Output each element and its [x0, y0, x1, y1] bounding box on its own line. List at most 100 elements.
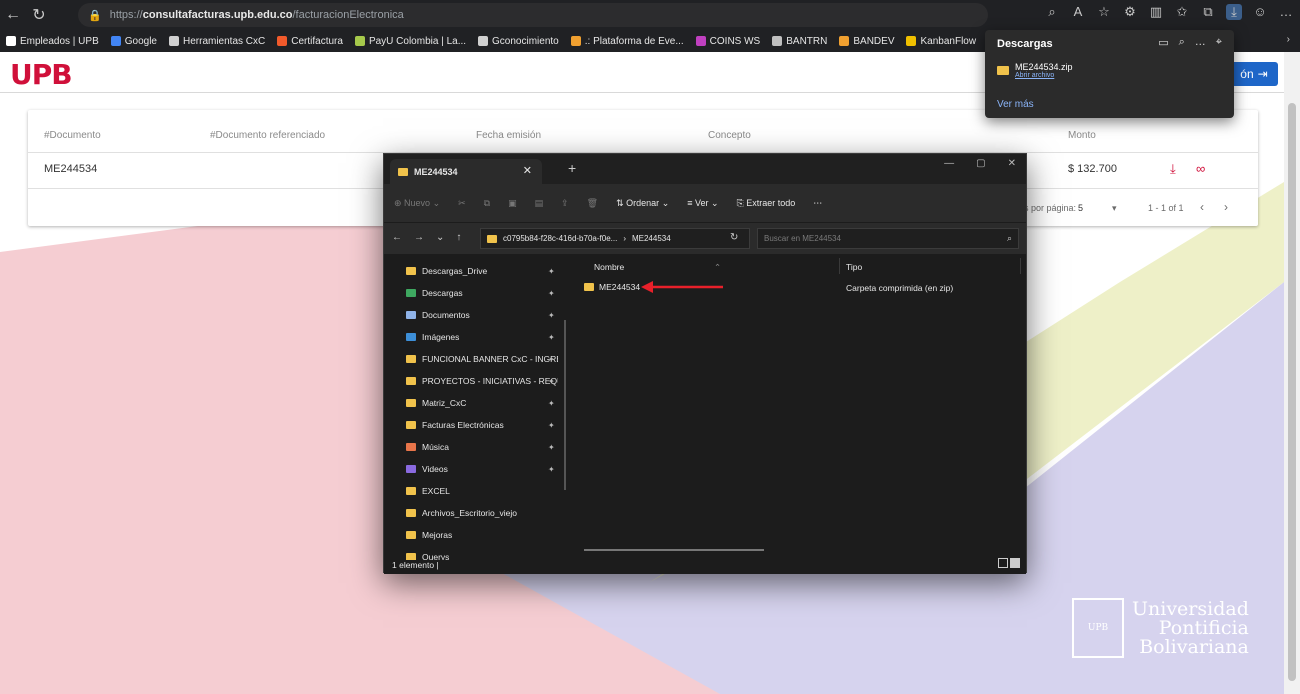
pin-icon[interactable]: ✦: [548, 465, 555, 474]
minimize-icon[interactable]: —: [944, 158, 954, 169]
pin-icon[interactable]: ✦: [548, 443, 555, 452]
close-window-icon[interactable]: ✕: [1008, 158, 1016, 169]
refresh-icon[interactable]: ↻: [730, 232, 738, 243]
bookmark-item[interactable]: Empleados | UPB: [6, 36, 99, 47]
see-more-link[interactable]: Ver más: [997, 99, 1034, 110]
file-row[interactable]: ME244534: [584, 282, 640, 292]
explorer-tab[interactable]: ME244534 ✕: [390, 159, 542, 184]
logout-button[interactable]: ón ⇥: [1230, 62, 1278, 86]
paste-icon[interactable]: ▣: [508, 198, 517, 209]
explorer-path-bar[interactable]: c0795b84-f28c-416d-b70a-f0e... › ME24453…: [480, 228, 750, 249]
bookmark-item[interactable]: Gconocimiento: [478, 36, 559, 47]
search-downloads-icon[interactable]: ⌕: [1179, 36, 1185, 49]
close-tab-icon[interactable]: ✕: [523, 164, 532, 177]
more-icon[interactable]: …: [1195, 36, 1206, 49]
next-page-icon[interactable]: ›: [1224, 200, 1228, 214]
link-icon[interactable]: ∞: [1196, 161, 1205, 176]
horizontal-scrollbar[interactable]: [584, 549, 764, 551]
download-item[interactable]: ME244534.zip Abrir archivo: [997, 62, 1073, 79]
more-options-icon[interactable]: ⋯: [813, 198, 822, 209]
bookmark-item[interactable]: BANDEV: [839, 36, 894, 47]
prev-page-icon[interactable]: ‹: [1200, 200, 1204, 214]
extensions-icon[interactable]: ⚙: [1122, 4, 1138, 20]
new-button[interactable]: ⊕ Nuevo ⌄: [394, 198, 440, 209]
favorite-star-icon[interactable]: ☆: [1096, 4, 1112, 20]
back-arrow-icon[interactable]: ←: [392, 232, 402, 243]
bookmarks-overflow-icon[interactable]: ›: [1287, 34, 1290, 45]
nav-item[interactable]: Videos ✦: [384, 458, 570, 480]
details-view-icon[interactable]: [998, 558, 1008, 568]
maximize-icon[interactable]: ▢: [976, 158, 985, 169]
download-invoice-icon[interactable]: ⤓: [1170, 161, 1176, 177]
pin-icon[interactable]: ✦: [548, 311, 555, 320]
search-icon[interactable]: ⌕: [1044, 4, 1060, 20]
folder-icon: [406, 509, 416, 517]
new-tab-icon[interactable]: +: [568, 160, 576, 176]
sort-button[interactable]: ⇅ Ordenar ⌄: [616, 198, 669, 209]
bookmark-item[interactable]: Google: [110, 36, 157, 47]
nav-item[interactable]: Imágenes ✦: [384, 326, 570, 348]
pin-icon[interactable]: ⌖: [1216, 36, 1222, 49]
extract-all-button[interactable]: ⎘ Extraer todo: [737, 198, 796, 209]
nav-scrollbar[interactable]: [564, 320, 566, 490]
pin-icon[interactable]: ✦: [548, 399, 555, 408]
chevron-down-icon[interactable]: ▾: [1112, 203, 1117, 214]
nav-item[interactable]: Descargas_Drive ✦: [384, 260, 570, 282]
downloads-icon[interactable]: ⤓: [1226, 4, 1242, 20]
delete-icon[interactable]: 🗑: [587, 198, 598, 209]
nav-item[interactable]: PROYECTOS - INICIATIVAS - REQUE ✦: [384, 370, 570, 392]
bookmark-item[interactable]: BANTRN: [772, 36, 827, 47]
profile-icon[interactable]: ☺: [1252, 4, 1268, 20]
tiles-view-icon[interactable]: [1010, 558, 1020, 568]
column-type[interactable]: Tipo: [846, 262, 862, 272]
column-name[interactable]: Nombre: [594, 262, 624, 272]
favorites-icon[interactable]: ✩: [1174, 4, 1190, 20]
reload-icon[interactable]: ↻: [26, 2, 52, 28]
nav-item[interactable]: FUNCIONAL BANNER CxC - INGRE ✦: [384, 348, 570, 370]
explorer-search-input[interactable]: Buscar en ME244534 ⌕: [757, 228, 1019, 249]
nav-item[interactable]: Documentos ✦: [384, 304, 570, 326]
path-parent[interactable]: c0795b84-f28c-416d-b70a-f0e...: [503, 234, 617, 243]
column-separator[interactable]: [839, 258, 840, 274]
rename-icon[interactable]: ▤: [535, 198, 544, 209]
copy-icon[interactable]: ⧉: [484, 198, 490, 209]
open-file-link[interactable]: Abrir archivo: [1015, 72, 1073, 79]
bookmark-item[interactable]: COINS WS: [695, 36, 760, 47]
nav-item[interactable]: Mejoras: [384, 524, 570, 546]
nav-item[interactable]: Querys: [384, 546, 570, 560]
more-menu-icon[interactable]: …: [1278, 4, 1294, 20]
rows-per-page-select[interactable]: 5: [1078, 203, 1083, 213]
page-scroll-thumb[interactable]: [1288, 103, 1296, 681]
address-bar[interactable]: 🔒 https:// consultafacturas.upb.edu.co /…: [78, 3, 988, 27]
up-arrow-icon[interactable]: ↑: [456, 232, 461, 243]
share-icon[interactable]: ⇪: [561, 198, 569, 209]
cut-icon[interactable]: ✂: [458, 198, 466, 209]
nav-item[interactable]: Matriz_CxC ✦: [384, 392, 570, 414]
pin-icon[interactable]: ✦: [548, 421, 555, 430]
pin-icon[interactable]: ✦: [548, 289, 555, 298]
bookmark-item[interactable]: KanbanFlow: [906, 36, 976, 47]
bookmark-item[interactable]: PayU Colombia | La...: [354, 36, 466, 47]
bookmark-item[interactable]: Herramientas CxC: [169, 36, 265, 47]
path-current[interactable]: ME244534: [632, 234, 671, 243]
nav-item[interactable]: Descargas ✦: [384, 282, 570, 304]
pin-icon[interactable]: ✦: [548, 333, 555, 342]
back-icon[interactable]: ←: [0, 2, 26, 28]
nav-item[interactable]: Música ✦: [384, 436, 570, 458]
folder-icon[interactable]: ▭: [1158, 36, 1168, 49]
bookmark-item[interactable]: Certifactura: [277, 36, 343, 47]
bookmark-item[interactable]: .: Plataforma de Eve...: [570, 36, 684, 47]
nav-item[interactable]: Archivos_Escritorio_viejo: [384, 502, 570, 524]
view-button[interactable]: ≡ Ver ⌄: [687, 198, 718, 209]
recent-locations-icon[interactable]: ⌄: [436, 232, 444, 243]
column-separator[interactable]: [1020, 258, 1021, 274]
nav-item[interactable]: Facturas Electrónicas ✦: [384, 414, 570, 436]
pin-icon[interactable]: ✦: [548, 377, 555, 386]
read-aloud-icon[interactable]: A: [1070, 4, 1086, 20]
forward-arrow-icon[interactable]: →: [414, 232, 424, 243]
pin-icon[interactable]: ✦: [548, 355, 555, 364]
pin-icon[interactable]: ✦: [548, 267, 555, 276]
split-screen-icon[interactable]: ▥: [1148, 4, 1164, 20]
nav-item[interactable]: EXCEL: [384, 480, 570, 502]
collections-icon[interactable]: ⧉: [1200, 4, 1216, 20]
